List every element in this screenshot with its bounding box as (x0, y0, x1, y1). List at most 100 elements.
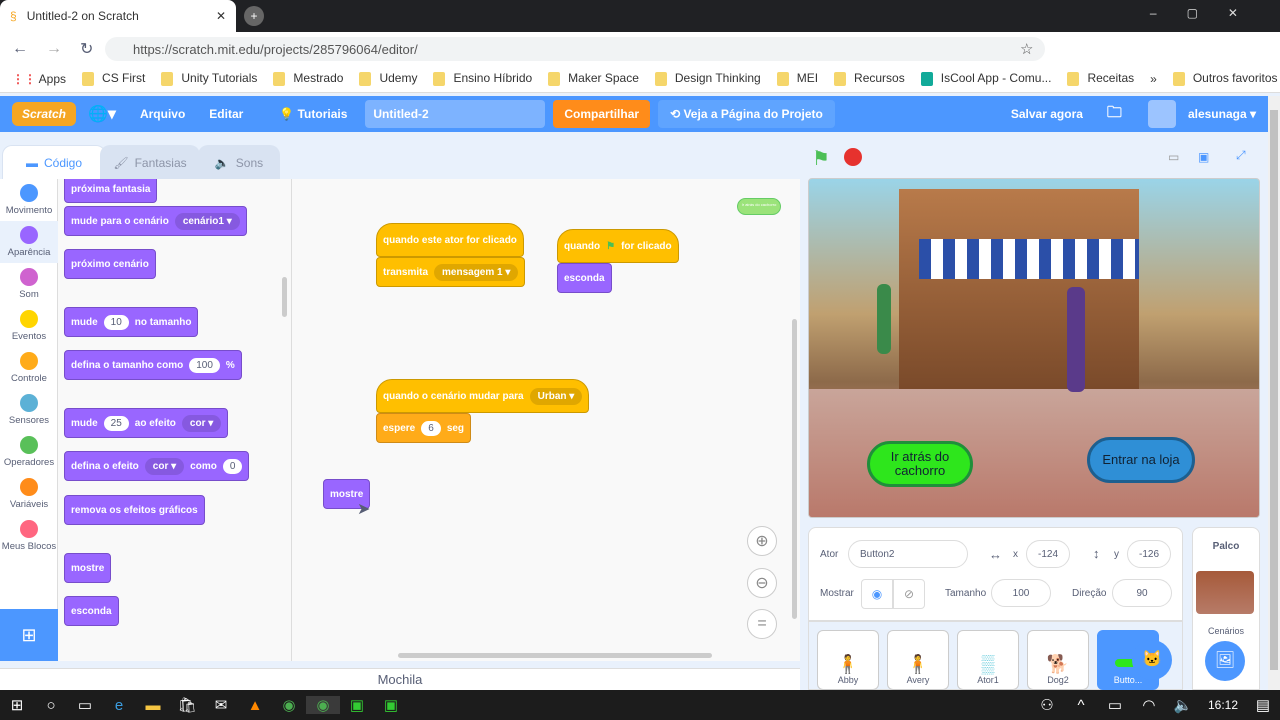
zoom-out-button[interactable]: ⊖ (747, 568, 777, 598)
clock[interactable]: 16:12 (1208, 698, 1238, 712)
bookmark[interactable]: Mestrado (273, 71, 343, 86)
green-flag-button[interactable]: ⚑ (812, 146, 830, 171)
save-now-button[interactable]: Salvar agora (999, 107, 1095, 121)
chrome-active-icon[interactable]: ◉ (306, 696, 340, 714)
backdrop-dropdown[interactable]: cenário1 ▾ (174, 212, 240, 230)
bookmark[interactable]: Maker Space (548, 71, 639, 86)
x-input[interactable]: -124 (1026, 540, 1070, 568)
bookmark-apps[interactable]: ⋮⋮ Apps (12, 72, 66, 86)
block-next-costume[interactable]: próxima fantasia (64, 179, 158, 203)
people-icon[interactable]: ⚇ (1030, 696, 1064, 714)
category-looks[interactable]: Aparência (0, 221, 58, 263)
stage-button-enter-store[interactable]: Entrar na loja (1087, 437, 1195, 483)
project-page-button[interactable]: ⟲ Veja a Página do Projeto (658, 100, 835, 128)
direction-input[interactable]: 90 (1112, 579, 1172, 607)
value-input[interactable]: 0 (222, 458, 243, 474)
stop-button[interactable] (844, 148, 862, 166)
volume-icon[interactable]: 🔈 (1166, 696, 1200, 714)
bookmark[interactable]: Receitas (1067, 71, 1134, 86)
value-input[interactable]: 6 (421, 420, 441, 436)
page-scrollbar[interactable] (1268, 96, 1280, 690)
chrome-icon[interactable]: ◉ (272, 696, 306, 714)
reload-icon[interactable]: ↻ (80, 39, 93, 59)
scratch-logo[interactable]: Scratch (12, 102, 76, 126)
block-hide[interactable]: esconda (64, 596, 119, 626)
stage-thumbnail[interactable] (1196, 571, 1254, 614)
block-change-size[interactable]: mude 10 no tamanho (64, 307, 199, 337)
close-tab-icon[interactable]: ✕ (216, 9, 226, 23)
block-show[interactable]: mostre (64, 553, 112, 583)
forward-icon[interactable]: → (46, 40, 62, 58)
new-tab-button[interactable]: + (244, 6, 264, 26)
block-set-effect[interactable]: defina o efeito cor ▾ como 0 (64, 451, 250, 481)
add-extension-button[interactable]: ⊞ (0, 609, 58, 661)
bookmark[interactable]: Udemy (359, 71, 417, 86)
small-stage-icon[interactable]: ▭ (1168, 150, 1179, 164)
bookmark-star-icon[interactable]: ☆ (1020, 40, 1033, 58)
menu-edit[interactable]: Editar (197, 107, 255, 121)
sprite-name-input[interactable]: Button2 (848, 540, 968, 568)
sprite-thumb-abby[interactable]: 🧍 Abby (817, 630, 879, 690)
tab-costumes[interactable]: 🖌 Fantasias (100, 145, 200, 179)
fullscreen-icon[interactable]: ⤢ (1236, 148, 1246, 163)
bookmark[interactable]: Ensino Híbrido (433, 71, 532, 86)
windows-start-icon[interactable]: ⊞ (0, 696, 34, 714)
language-globe-icon[interactable]: 🌐▾ (76, 104, 128, 124)
category-variables[interactable]: Variáveis (0, 473, 58, 515)
backdrop-dropdown[interactable]: Urban ▾ (529, 387, 583, 405)
edge-icon[interactable]: e (102, 697, 136, 714)
normal-stage-icon[interactable]: ▣ (1198, 150, 1209, 164)
block-switch-backdrop[interactable]: mude para o cenário cenário1 ▾ (64, 206, 247, 236)
my-stuff-folder-icon[interactable]: 🗀 (1095, 102, 1134, 127)
back-icon[interactable]: ← (12, 40, 28, 58)
size-input[interactable]: 100 (991, 579, 1051, 607)
category-events[interactable]: Eventos (0, 305, 58, 347)
category-operators[interactable]: Operadores (0, 431, 58, 473)
sprite-thumb-dog2[interactable]: 🐕 Dog2 (1027, 630, 1089, 690)
store-icon[interactable]: 🛍 (170, 696, 204, 714)
block-clear-effects[interactable]: remova os efeitos gráficos (64, 495, 205, 525)
battery-icon[interactable]: ▭ (1098, 696, 1132, 714)
bookmark[interactable]: Design Thinking (654, 71, 761, 86)
wait-block[interactable]: espere 6 seg (376, 413, 472, 443)
wifi-icon[interactable]: ◠ (1132, 696, 1166, 714)
zoom-reset-button[interactable]: = (747, 609, 777, 639)
hide-eye-icon[interactable]: ⊘ (893, 579, 925, 609)
bookmark[interactable]: Recursos (834, 71, 905, 86)
bookmark[interactable]: CS First (82, 71, 145, 86)
add-sprite-button[interactable]: 🐱 (1132, 640, 1172, 680)
project-title-input[interactable]: Untitled-2 (365, 100, 546, 128)
avatar[interactable] (1147, 100, 1176, 128)
when-sprite-clicked-hat[interactable]: quando este ator for clicado (376, 223, 524, 257)
tab-code[interactable]: ▬ Código (2, 145, 106, 179)
y-input[interactable]: -126 (1127, 540, 1171, 568)
browser-tab[interactable]: § Untitled-2 on Scratch ✕ (0, 0, 236, 32)
block-set-size[interactable]: defina o tamanho como 100% (64, 350, 242, 380)
category-motion[interactable]: Movimento (0, 179, 58, 221)
vlc-icon[interactable]: ▲ (238, 697, 272, 714)
add-backdrop-button[interactable]: 🖼 (1205, 641, 1245, 681)
share-button[interactable]: Compartilhar (553, 100, 651, 128)
sprite-thumb-avery[interactable]: 🧍 Avery (887, 630, 949, 690)
window-controls[interactable]: –▢✕ (1150, 6, 1268, 20)
value-input[interactable]: 25 (103, 415, 129, 431)
broadcast-block[interactable]: transmita mensagem 1 ▾ (376, 257, 526, 287)
category-my-blocks[interactable]: Meus Blocos (0, 515, 58, 557)
effect-dropdown[interactable]: cor ▾ (144, 457, 185, 475)
tray-chevron-icon[interactable]: ^ (1064, 697, 1098, 714)
category-sensing[interactable]: Sensores (0, 389, 58, 431)
script-area[interactable]: quando este ator for clicado transmita me… (292, 179, 800, 661)
url-field[interactable]: https://scratch.mit.edu/projects/2857960… (105, 37, 1045, 61)
zoom-in-button[interactable]: ⊕ (747, 526, 777, 556)
task-view-icon[interactable]: ▭ (68, 696, 102, 714)
show-eye-icon[interactable]: ◉ (861, 579, 893, 609)
sprite-thumb-ator1[interactable]: ▒ Ator1 (957, 630, 1019, 690)
bookmark[interactable]: IsCool App - Comu... (920, 71, 1051, 86)
when-flag-clicked-hat[interactable]: quando ⚑ for clicado (557, 229, 679, 263)
tab-sounds[interactable]: 🔈 Sons (198, 145, 280, 179)
menu-tutorials[interactable]: 💡 Tutoriais (267, 107, 359, 121)
bookmark[interactable]: MEI (776, 71, 818, 86)
value-input[interactable]: 100 (189, 357, 220, 373)
cortana-icon[interactable]: ○ (34, 697, 68, 714)
stage-canvas[interactable]: Ir atrás do cachorro Entrar na loja (808, 178, 1260, 518)
